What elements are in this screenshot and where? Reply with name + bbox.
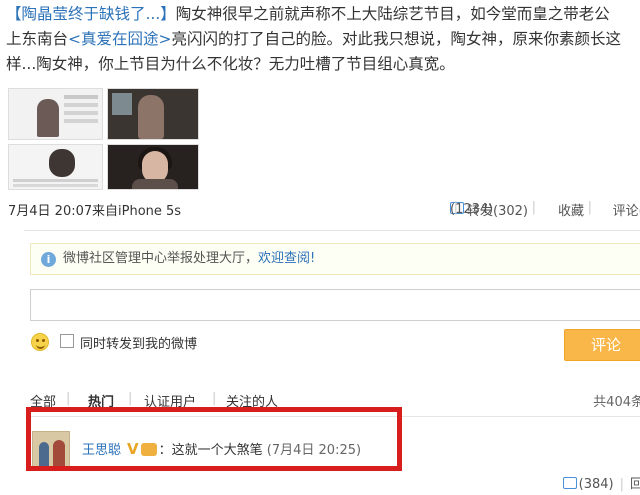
favorite-button[interactable]: 收藏: [558, 200, 584, 219]
comment-like-count: (384): [578, 477, 614, 492]
comment-total: 共404条: [593, 395, 640, 410]
post-line-3: 样...陶女神，你上节目为什么不化妆？无力吐槽了节目组心真宽。: [6, 55, 455, 73]
show-link[interactable]: <真爱在囧途>: [68, 30, 171, 48]
submit-comment-button[interactable]: 评论: [564, 329, 640, 361]
post-time[interactable]: 7月4日 20:07: [8, 200, 92, 219]
divider: |: [587, 200, 592, 215]
comment-input[interactable]: [30, 289, 640, 321]
divider: |: [66, 391, 71, 406]
divider: |: [619, 477, 624, 492]
post-line-1-text: 陶女神很早之前就声称不上大陆综艺节目，如今堂而皇之带老公: [175, 5, 610, 23]
notice-text: 微博社区管理中心举报处理大厅，: [63, 251, 259, 266]
forward-checkbox[interactable]: [60, 334, 74, 348]
post-image-2[interactable]: [107, 88, 199, 140]
post-source[interactable]: 来自iPhone 5s: [92, 200, 181, 219]
post-meta-row: 7月4日 20:07 来自iPhone 5s (1234) | 转发(302) …: [8, 198, 640, 220]
divider: |: [212, 391, 217, 406]
highlight-box: [26, 407, 402, 471]
comment-actions: (384) | 回复: [562, 473, 640, 492]
post-title-link[interactable]: 【陶晶莹终于缺钱了...】: [6, 5, 176, 23]
repost-button[interactable]: 转发(302): [467, 200, 528, 219]
post-image-1[interactable]: [8, 88, 103, 140]
notice-bar: i 微博社区管理中心举报处理大厅，欢迎查阅!: [30, 243, 640, 275]
emoji-icon[interactable]: [31, 333, 49, 351]
forward-label: 同时转发到我的微博: [80, 337, 198, 352]
post-line-1: 【陶晶莹终于缺钱了...】陶女神很早之前就声称不上大陆综艺节目，如今堂而皇之带老…: [6, 2, 640, 27]
post-line-2: 上东南台<真爱在囧途>亮闪闪的打了自己的脸。对此我只想说，陶女神，原来你素颜长这: [6, 27, 640, 52]
comment-like-button[interactable]: (384): [562, 477, 614, 492]
like-icon: [562, 477, 577, 489]
post-image-3[interactable]: [8, 144, 103, 190]
divider: |: [128, 391, 133, 406]
post-line-2-pre: 上东南台: [6, 30, 69, 48]
info-icon: i: [41, 252, 56, 267]
notice-link[interactable]: 欢迎查阅!: [258, 251, 315, 266]
post-text: 【陶晶莹终于缺钱了...】陶女神很早之前就声称不上大陆综艺节目，如今堂而皇之带老…: [6, 2, 640, 77]
comment-reply-button[interactable]: 回复: [630, 477, 640, 492]
comment-button[interactable]: 评论(3: [613, 200, 640, 219]
divider: |: [453, 200, 458, 215]
post-line-2-post: 亮闪闪的打了自己的脸。对此我只想说，陶女神，原来你素颜长这: [171, 30, 622, 48]
divider: |: [531, 200, 536, 215]
post-image-4[interactable]: [107, 144, 199, 190]
post-image-grid: [8, 88, 200, 190]
